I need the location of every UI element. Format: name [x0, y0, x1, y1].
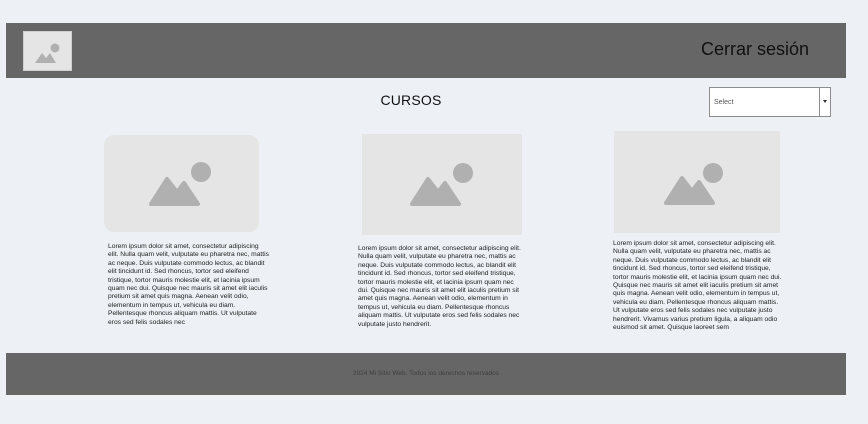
image-placeholder-icon	[664, 163, 723, 205]
page-footer: 2024 Mi Sitio Web. Todos los derechos re…	[6, 353, 846, 395]
course-card-image[interactable]	[362, 134, 522, 235]
image-placeholder-icon	[35, 43, 60, 63]
logo-image-placeholder[interactable]	[23, 31, 72, 71]
chevron-down-icon[interactable]	[819, 88, 830, 116]
select-value: Select	[714, 99, 734, 106]
top-header: Cerrar sesión	[6, 23, 846, 78]
logout-link[interactable]: Cerrar sesión	[701, 39, 809, 60]
image-placeholder-icon	[149, 162, 211, 206]
page-title: CURSOS	[380, 92, 442, 108]
course-card-description: Lorem ipsum dolor sit amet, consectetur …	[613, 240, 782, 332]
copyright-text: 2024 Mi Sitio Web. Todos los derechos re…	[352, 370, 500, 377]
course-card-description: Lorem ipsum dolor sit amet, consectetur …	[358, 245, 521, 328]
image-placeholder-icon	[410, 163, 473, 206]
course-card-description: Lorem ipsum dolor sit amet, consectetur …	[108, 243, 269, 326]
course-card-image[interactable]	[104, 135, 259, 232]
course-filter-select[interactable]: Select	[709, 87, 831, 117]
course-card-image[interactable]	[614, 131, 780, 233]
